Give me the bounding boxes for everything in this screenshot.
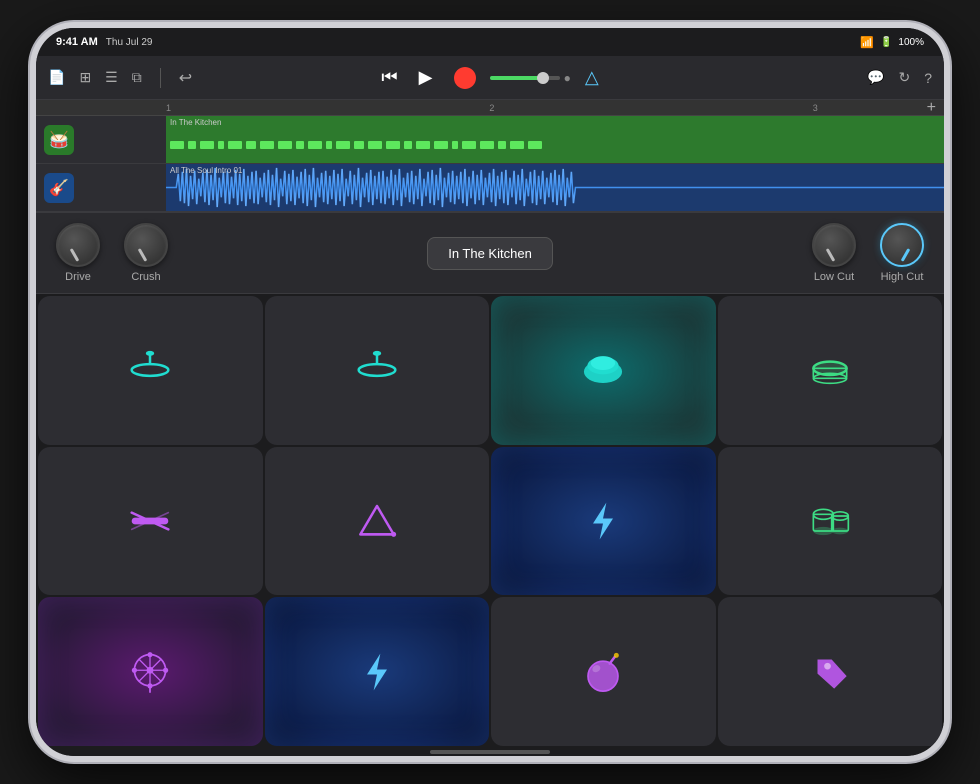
skip-back-icon[interactable]: ⏮	[381, 67, 397, 88]
loaf-icon	[577, 344, 629, 396]
ruler-mark-1: 1	[166, 103, 171, 113]
device-frame: 9:41 AM Thu Jul 29 📶 🔋 100% 📄 ⊞ ☰ ⧉ ↩ ⏮ …	[30, 22, 950, 762]
pad-3[interactable]	[491, 296, 716, 445]
crush-label: Crush	[131, 271, 160, 283]
green-track: In The Kitchen	[166, 116, 944, 163]
ruler-mark-2: 2	[489, 103, 494, 113]
toolbar-right: 💬 ↻ ?	[637, 69, 932, 86]
drive-knob-indicator	[70, 248, 80, 262]
track-area: 1 2 3 + 🥁 In The Kitchen	[36, 100, 944, 212]
spinwheel-icon	[124, 646, 176, 698]
tracks-icon[interactable]: ⊞	[79, 69, 91, 86]
pad-10[interactable]	[265, 597, 490, 746]
controls-icon[interactable]: ⧉	[132, 69, 142, 86]
volume-slider[interactable]	[490, 76, 560, 80]
pad-8[interactable]	[718, 447, 943, 596]
toolbar-divider	[160, 68, 161, 88]
volume-knob	[537, 72, 549, 84]
toolbar-center: ⏮ ▶ ● △	[343, 64, 638, 92]
guitar-icon: 🎸	[44, 173, 74, 203]
scratch-icon	[125, 496, 175, 546]
pad-7[interactable]	[491, 447, 716, 596]
pad-5[interactable]	[38, 447, 263, 596]
lowcut-label: Low Cut	[814, 271, 854, 283]
drive-knob-group: Drive	[56, 223, 100, 283]
help-icon[interactable]: ?	[924, 70, 932, 86]
ruler-mark-3: 3	[813, 103, 818, 113]
highcut-label: High Cut	[881, 271, 924, 283]
drive-label: Drive	[65, 271, 91, 283]
mixer-icon[interactable]: ☰	[105, 69, 118, 86]
drum-icon	[805, 345, 855, 395]
crush-knob-group: Crush	[124, 223, 168, 283]
bomb-icon	[578, 647, 628, 697]
wifi-icon: 📶	[860, 36, 874, 49]
volume-icon: ●	[564, 71, 571, 85]
controls-left: Drive Crush	[56, 223, 168, 283]
waveform-svg	[166, 164, 944, 211]
pad-1[interactable]	[38, 296, 263, 445]
share-icon[interactable]: 💬	[867, 69, 884, 86]
pad-6[interactable]	[265, 447, 490, 596]
ruler: 1 2 3 +	[36, 100, 944, 116]
lightning-icon-1	[578, 496, 628, 546]
home-indicator[interactable]	[430, 750, 550, 754]
track-name-2: All The Soul Intro 01	[170, 166, 242, 175]
highcut-knob[interactable]	[880, 223, 924, 267]
battery-percent: 100%	[898, 37, 924, 48]
track-content-2[interactable]: All The Soul Intro 01	[166, 164, 944, 211]
pad-2[interactable]	[265, 296, 490, 445]
controls-right: Low Cut High Cut	[812, 223, 924, 283]
status-bar: 9:41 AM Thu Jul 29 📶 🔋 100%	[36, 28, 944, 56]
triangle-icon	[352, 496, 402, 546]
track-content-1[interactable]: In The Kitchen	[166, 116, 944, 163]
drum-machine-icon: 🥁	[44, 125, 74, 155]
highcut-knob-indicator	[901, 248, 911, 262]
conga-icon	[805, 496, 855, 546]
pad-grid	[36, 294, 944, 748]
lowcut-knob-group: Low Cut	[812, 223, 856, 283]
loop-icon[interactable]: ↻	[898, 69, 910, 86]
lowcut-knob[interactable]	[812, 223, 856, 267]
play-button[interactable]: ▶	[412, 64, 440, 92]
blue-track: All The Soul Intro 01	[166, 164, 944, 211]
tag-icon	[805, 647, 855, 697]
battery-icon: 🔋	[880, 37, 892, 48]
bottom-bar	[36, 748, 944, 756]
metronome-icon[interactable]: △	[585, 67, 599, 88]
pad-11[interactable]	[491, 597, 716, 746]
crush-knob[interactable]	[124, 223, 168, 267]
lowcut-knob-indicator	[826, 248, 836, 262]
green-track-pattern	[166, 116, 944, 163]
track-row-2: 🎸 All The Soul Intro 01	[36, 164, 944, 212]
track-name-1: In The Kitchen	[170, 118, 221, 127]
device-screen: 9:41 AM Thu Jul 29 📶 🔋 100% 📄 ⊞ ☰ ⧉ ↩ ⏮ …	[36, 28, 944, 756]
undo-icon[interactable]: ↩	[179, 68, 192, 88]
track-row-1: 🥁 In The Kitchen	[36, 116, 944, 164]
drive-knob[interactable]	[56, 223, 100, 267]
toolbar: 📄 ⊞ ☰ ⧉ ↩ ⏮ ▶ ● △ 💬	[36, 56, 944, 100]
record-button[interactable]	[454, 67, 476, 89]
add-track-button[interactable]: +	[927, 99, 936, 117]
track-header-1: 🥁	[36, 116, 166, 163]
cymbal-icon-2	[352, 345, 402, 395]
highcut-knob-group: High Cut	[880, 223, 924, 283]
crush-knob-indicator	[138, 248, 148, 262]
track-header-2: 🎸	[36, 164, 166, 211]
lightning-icon-2	[352, 647, 402, 697]
toolbar-left: 📄 ⊞ ☰ ⧉ ↩	[48, 68, 343, 88]
status-right: 📶 🔋 100%	[860, 36, 924, 49]
pad-4[interactable]	[718, 296, 943, 445]
volume-control: ●	[490, 71, 571, 85]
cymbal-icon-1	[125, 345, 175, 395]
status-time: 9:41 AM	[56, 36, 98, 48]
status-date: Thu Jul 29	[106, 37, 153, 48]
preset-name-button[interactable]: In The Kitchen	[427, 237, 553, 270]
library-icon[interactable]: 📄	[48, 69, 65, 86]
pad-9[interactable]	[38, 597, 263, 746]
controls-area: Drive Crush In The Kitchen Low Cut	[36, 212, 944, 294]
pad-12[interactable]	[718, 597, 943, 746]
